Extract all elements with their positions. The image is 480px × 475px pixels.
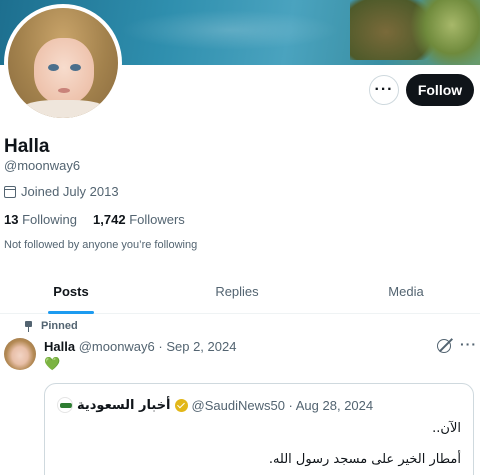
more-options-button[interactable]: ··· <box>369 75 399 105</box>
post-header: Halla @moonway6 · Sep 2, 2024 <box>44 339 236 354</box>
banner-foliage <box>410 0 480 65</box>
pinned-label: Pinned <box>24 320 78 332</box>
verified-badge-icon <box>174 398 188 412</box>
profile-name: Halla <box>4 136 50 157</box>
join-date-text: Joined July 2013 <box>21 184 119 199</box>
quoted-post[interactable]: أخبار السعودية @SaudiNews50 · Aug 28, 20… <box>44 383 474 475</box>
following-link[interactable]: 13 Following <box>4 212 77 227</box>
profile-avatar[interactable] <box>4 4 122 122</box>
tab-media[interactable]: Media <box>332 270 480 313</box>
grok-icon[interactable] <box>437 339 451 353</box>
active-tab-indicator <box>48 311 94 314</box>
post-meta[interactable]: @moonway6 · Sep 2, 2024 <box>79 339 237 354</box>
quoted-text-line-1: الآن.. <box>432 421 461 436</box>
quoted-author-name: أخبار السعودية <box>77 397 171 413</box>
tab-replies[interactable]: Replies <box>142 270 332 313</box>
not-followed-note: Not followed by anyone you’re following <box>4 239 198 251</box>
follow-stats: 13 Following 1,742 Followers <box>4 212 185 227</box>
banner-water <box>120 10 340 50</box>
follow-button[interactable]: Follow <box>406 74 474 106</box>
post-avatar[interactable] <box>4 338 36 370</box>
post-content: 💚 <box>44 356 61 371</box>
profile-tabs: Posts Replies Media <box>0 270 480 314</box>
followers-link[interactable]: 1,742 Followers <box>93 212 185 227</box>
quoted-author-avatar <box>57 397 73 413</box>
quoted-text-line-2: أمطار الخير على مسجد رسول الله. <box>268 452 461 467</box>
pin-icon <box>24 320 33 332</box>
post-more-button[interactable]: ··· <box>460 336 477 352</box>
calendar-icon <box>4 185 16 198</box>
quoted-post-header: أخبار السعودية @SaudiNews50 · Aug 28, 20… <box>57 397 373 413</box>
profile-handle: @moonway6 <box>4 158 81 173</box>
post-author-name[interactable]: Halla <box>44 339 75 354</box>
join-date: Joined July 2013 <box>4 184 119 199</box>
tab-posts[interactable]: Posts <box>0 270 142 314</box>
quoted-post-meta: @SaudiNews50 · Aug 28, 2024 <box>191 397 374 413</box>
